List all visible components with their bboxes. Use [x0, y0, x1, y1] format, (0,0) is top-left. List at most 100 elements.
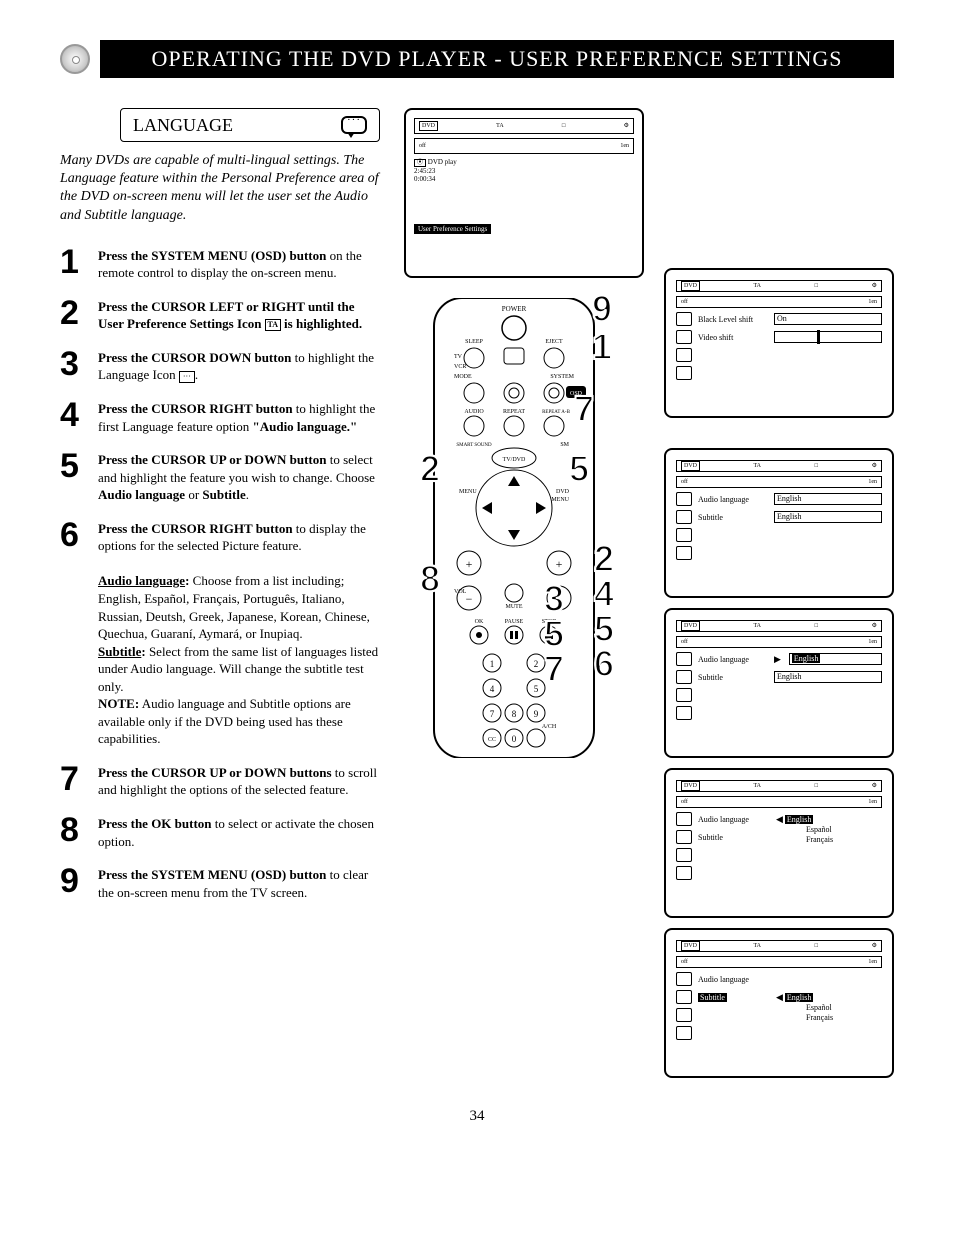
section-label-box: LANGUAGE [120, 108, 380, 142]
step-8: 8 Press the OK button to select or activa… [60, 813, 380, 850]
svg-text:EJECT: EJECT [545, 339, 563, 345]
osd-value-stack: ◀EnglishEspañolFrançais [774, 814, 882, 824]
osd-side-icon [676, 688, 692, 702]
page-number: 34 [60, 1108, 894, 1125]
osd-row [676, 546, 882, 560]
osd-side-icon [676, 972, 692, 986]
step-number: 8 [60, 813, 88, 850]
osd-side-icon [676, 812, 692, 826]
osd-top-bar: DVD TA □⚙ [414, 118, 634, 134]
step-text: Press the CURSOR RIGHT button to highlig… [98, 398, 380, 435]
svg-text:PAUSE: PAUSE [505, 619, 524, 625]
osd-panel-2: DVDTA□⚙off1enAudio languageEnglishSubtit… [664, 448, 894, 598]
osd-side-icon [676, 990, 692, 1004]
osd-row: Black Level shiftOn [676, 312, 882, 326]
remote-control-illustration: POWER SLEEP EJECT TV VCR MODE SYSTEM [414, 298, 614, 758]
osd-mini-status: off1en [676, 476, 882, 488]
section-label: LANGUAGE [133, 115, 233, 136]
step-3: 3 Press the CURSOR DOWN button to highlig… [60, 347, 380, 384]
callout-2-left: 2 [420, 448, 440, 490]
osd-panel-3: DVDTA□⚙off1enAudio language▶EnglishSubti… [664, 608, 894, 758]
callout-7b: 7 [544, 648, 564, 690]
svg-text:2: 2 [534, 659, 539, 669]
svg-text:REPEAT: REPEAT [503, 409, 525, 415]
callout-1: 1 [592, 326, 612, 368]
svg-text:AUDIO: AUDIO [464, 409, 484, 415]
svg-text:+: + [556, 557, 563, 571]
osd-mini-topbar: DVDTA□⚙ [676, 280, 882, 292]
svg-text:REPEAT A-B: REPEAT A-B [542, 410, 570, 415]
osd-side-icon [676, 848, 692, 862]
svg-text:SYSTEM: SYSTEM [550, 374, 574, 380]
step-number: 9 [60, 864, 88, 901]
step-6: 6Press the CURSOR RIGHT button to displa… [60, 518, 380, 748]
step-number: 3 [60, 347, 88, 384]
osd-side-icon [676, 312, 692, 326]
step-number: 1 [60, 245, 88, 282]
osd-row: Audio language [676, 972, 882, 986]
osd-row [676, 848, 882, 862]
osd-row [676, 688, 882, 702]
step-9: 9 Press the SYSTEM MENU (OSD) button to c… [60, 864, 380, 901]
callout-7: 7 [574, 388, 594, 430]
svg-text:A/CH: A/CH [542, 724, 557, 730]
osd-side-icon [676, 706, 692, 720]
callout-6: 6 [594, 643, 614, 685]
osd-side-icon [676, 330, 692, 344]
osd-mini-topbar: DVDTA□⚙ [676, 620, 882, 632]
step-text: Press the SYSTEM MENU (OSD) button to cl… [98, 864, 380, 901]
osd-row: Subtitle English [676, 670, 882, 684]
osd-row [676, 528, 882, 542]
chapter-header: OPERATING THE DVD PLAYER - USER PREFEREN… [60, 40, 894, 78]
osd-side-icon [676, 652, 692, 666]
osd-row [676, 866, 882, 880]
step-number: 6 [60, 518, 88, 748]
osd-mini-status: off1en [676, 296, 882, 308]
osd-side-icon [676, 528, 692, 542]
osd-mini-topbar: DVDTA□⚙ [676, 460, 882, 472]
step-1: 1Press the SYSTEM MENU (OSD) button on t… [60, 245, 380, 282]
svg-text:POWER: POWER [502, 305, 527, 313]
osd-row [676, 348, 882, 362]
osd-time-block: ⦿ DVD play 2:45:23 0:00:34 [414, 158, 634, 184]
disc-icon [60, 44, 90, 74]
osd-side-icon [676, 830, 692, 844]
step-number: 5 [60, 449, 88, 504]
osd-mini-topbar: DVDTA□⚙ [676, 940, 882, 952]
callout-8: 8 [420, 558, 440, 600]
callout-5: 5 [569, 448, 589, 490]
svg-text:TV: TV [454, 354, 463, 360]
tv-screen-main: DVD TA □⚙ off 1en ⦿ DVD play 2:45:23 0:0… [404, 108, 644, 278]
svg-text:1: 1 [490, 659, 495, 669]
speech-bubble-icon [341, 116, 367, 134]
osd-row [676, 366, 882, 380]
step-text: Press the OK button to select or activat… [98, 813, 380, 850]
osd-side-icon [676, 492, 692, 506]
manual-page: OPERATING THE DVD PLAYER - USER PREFEREN… [0, 0, 954, 1165]
step-2: 2Press the CURSOR LEFT or RIGHT until th… [60, 296, 380, 333]
osd-value: English [774, 493, 882, 505]
osd-row: Audio language◀EnglishEspañolFrançais [676, 812, 882, 826]
svg-text:MENU: MENU [459, 489, 477, 495]
osd-side-icon [676, 366, 692, 380]
osd-row: Video shift [676, 330, 882, 344]
svg-text:TV/DVD: TV/DVD [503, 457, 526, 463]
osd-side-icon [676, 1026, 692, 1040]
svg-text:DVD: DVD [556, 489, 570, 495]
step-text: Press the CURSOR DOWN button to highligh… [98, 347, 380, 384]
svg-text:5: 5 [534, 684, 539, 694]
osd-panel-1: DVDTA□⚙ off1en Black Level shiftOn Video sh… [664, 268, 894, 418]
svg-text:OK: OK [475, 619, 484, 625]
osd-user-pref-badge: User Preference Settings [414, 224, 491, 234]
osd-row [676, 706, 882, 720]
svg-text:+: + [466, 557, 473, 571]
svg-text:7: 7 [490, 709, 495, 719]
osd-side-icon [676, 546, 692, 560]
osd-label: Subtitle [698, 673, 768, 682]
osd-value: On [774, 313, 882, 325]
osd-side-icon [676, 348, 692, 362]
svg-text:MUTE: MUTE [506, 604, 523, 610]
osd-value: English [774, 671, 882, 683]
osd-label: Audio language [698, 495, 768, 504]
chapter-title-text: OPERATING THE DVD PLAYER - USER PREFEREN… [152, 46, 843, 71]
